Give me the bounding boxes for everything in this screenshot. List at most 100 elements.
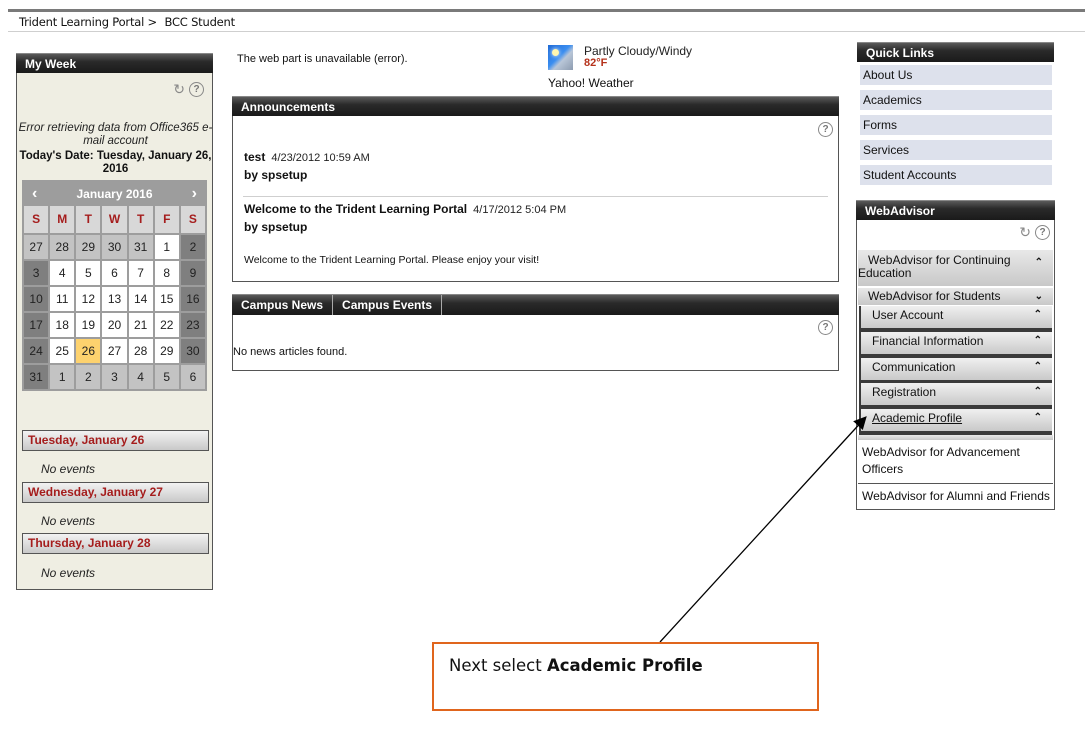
announcement-divider (243, 196, 828, 197)
day-header-tuesday[interactable]: Tuesday, January 26 (22, 430, 209, 451)
refresh-icon[interactable]: ↻ (1019, 225, 1031, 240)
calendar-day[interactable]: 27 (24, 235, 49, 259)
calendar-day[interactable]: 19 (76, 313, 101, 337)
calendar-day[interactable]: 24 (24, 339, 49, 363)
webadvisor-communication[interactable]: Communication ⌃ (859, 358, 1052, 384)
tab-campus-news[interactable]: Campus News (232, 295, 334, 315)
calendar-day[interactable]: 7 (128, 261, 153, 285)
calendar-day[interactable]: 4 (128, 365, 153, 389)
calendar-day[interactable]: 22 (154, 313, 179, 337)
calendar-day[interactable]: 28 (128, 339, 153, 363)
day-events-thursday: No events (41, 566, 96, 580)
calendar-day[interactable]: 4 (50, 261, 75, 285)
breadcrumb-root[interactable]: Trident Learning Portal > (19, 15, 157, 29)
instruction-prefix: Next select (449, 656, 547, 675)
calendar-day[interactable]: 6 (180, 365, 205, 389)
quick-link-about-us[interactable]: About Us (860, 65, 1052, 85)
webadvisor-financial-information[interactable]: Financial Information ⌃ (859, 332, 1052, 358)
calendar-day-today[interactable]: 26 (76, 339, 101, 363)
weekday-header: T (128, 206, 153, 233)
calendar-day[interactable]: 17 (24, 313, 49, 337)
calendar-day[interactable]: 11 (50, 287, 75, 311)
webadvisor-continuing-education[interactable]: WebAdvisor for Continuing Education ⌃ (858, 250, 1053, 286)
calendar-day[interactable]: 14 (128, 287, 153, 311)
help-icon[interactable]: ? (818, 122, 833, 137)
announcement-body: Welcome to the Trident Learning Portal. … (244, 254, 540, 266)
prev-month-button[interactable]: ‹ (32, 185, 37, 203)
help-icon[interactable]: ? (1035, 225, 1050, 240)
mini-calendar: ‹ January 2016 › S M T W T F S 27 28 29 30 31 1 2 3 4 5 6… (22, 180, 207, 391)
announcement-date: 4/23/2012 10:59 AM (271, 152, 370, 164)
section-label: Communication (872, 360, 956, 374)
quick-link-forms[interactable]: Forms (860, 115, 1052, 135)
calendar-day[interactable]: 5 (154, 365, 179, 389)
quick-links-title: Quick Links (857, 42, 1054, 62)
webadvisor-academic-profile[interactable]: Academic Profile ⌃ (859, 409, 1052, 435)
calendar-day[interactable]: 6 (102, 261, 127, 285)
refresh-icon[interactable]: ↻ (173, 82, 185, 97)
breadcrumb-divider (8, 31, 1085, 32)
calendar-day[interactable]: 30 (102, 235, 127, 259)
calendar-day[interactable]: 29 (76, 235, 101, 259)
help-icon[interactable]: ? (189, 82, 204, 97)
weather-temperature: 82°F (584, 57, 608, 69)
calendar-day[interactable]: 1 (50, 365, 75, 389)
day-header-wednesday[interactable]: Wednesday, January 27 (22, 482, 209, 503)
announcement-title[interactable]: Welcome to the Trident Learning Portal (244, 202, 467, 216)
calendar-day[interactable]: 21 (128, 313, 153, 337)
chevron-down-icon: ⌄ (1034, 291, 1043, 302)
quick-link-services[interactable]: Services (860, 140, 1052, 160)
calendar-day[interactable]: 27 (102, 339, 127, 363)
webpart-error: The web part is unavailable (error). (237, 53, 408, 65)
weather-source[interactable]: Yahoo! Weather (548, 76, 634, 90)
calendar-day[interactable]: 25 (50, 339, 75, 363)
calendar-day[interactable]: 13 (102, 287, 127, 311)
instruction-text: Next select Academic Profile (449, 656, 703, 675)
webadvisor-alumni-friends[interactable]: WebAdvisor for Alumni and Friends (862, 488, 1050, 505)
announcement-item: test 4/23/2012 10:59 AM (244, 150, 370, 164)
quick-link-student-accounts[interactable]: Student Accounts (860, 165, 1052, 185)
breadcrumb-current[interactable]: BCC Student (164, 15, 235, 29)
calendar-day[interactable]: 30 (180, 339, 205, 363)
calendar-day[interactable]: 2 (76, 365, 101, 389)
calendar-day[interactable]: 15 (154, 287, 179, 311)
calendar-day[interactable]: 12 (76, 287, 101, 311)
calendar-day[interactable]: 2 (180, 235, 205, 259)
section-label: Registration (872, 385, 937, 399)
calendar-day[interactable]: 3 (102, 365, 127, 389)
announcement-title[interactable]: test (244, 150, 265, 164)
campus-news-panel: Campus News Campus Events ? No news arti… (232, 294, 839, 371)
calendar-day[interactable]: 18 (50, 313, 75, 337)
my-week-panel: My Week ↻ ? Error retrieving data from O… (16, 53, 213, 590)
calendar-day[interactable]: 31 (128, 235, 153, 259)
calendar-day[interactable]: 23 (180, 313, 205, 337)
day-header-thursday[interactable]: Thursday, January 28 (22, 533, 209, 554)
quick-links-panel: Quick Links About Us Academics Forms Ser… (857, 42, 1054, 185)
calendar-day[interactable]: 9 (180, 261, 205, 285)
chevron-up-icon: ⌃ (1033, 386, 1042, 397)
quick-link-academics[interactable]: Academics (860, 90, 1052, 110)
calendar-day[interactable]: 8 (154, 261, 179, 285)
calendar-day[interactable]: 31 (24, 365, 49, 389)
webadvisor-registration[interactable]: Registration ⌃ (859, 383, 1052, 409)
webadvisor-for-students[interactable]: WebAdvisor for Students ⌄ (858, 288, 1053, 305)
webadvisor-title: WebAdvisor (856, 200, 1055, 220)
weekday-header: S (24, 206, 49, 233)
calendar-day[interactable]: 5 (76, 261, 101, 285)
calendar-day[interactable]: 28 (50, 235, 75, 259)
help-icon[interactable]: ? (818, 320, 833, 335)
webadvisor-advancement-officers[interactable]: WebAdvisor for Advancement Officers (862, 444, 1042, 478)
calendar-day[interactable]: 3 (24, 261, 49, 285)
calendar-day[interactable]: 10 (24, 287, 49, 311)
next-month-button[interactable]: › (192, 185, 197, 203)
chevron-up-icon: ⌃ (1033, 335, 1042, 346)
tab-campus-events[interactable]: Campus Events (333, 295, 443, 315)
divider (858, 483, 1053, 484)
calendar-day[interactable]: 29 (154, 339, 179, 363)
section-label: User Account (872, 308, 944, 322)
webadvisor-user-account[interactable]: User Account ⌃ (859, 306, 1052, 332)
calendar-day[interactable]: 16 (180, 287, 205, 311)
calendar-day[interactable]: 1 (154, 235, 179, 259)
instruction-target: Academic Profile (546, 656, 703, 675)
calendar-day[interactable]: 20 (102, 313, 127, 337)
